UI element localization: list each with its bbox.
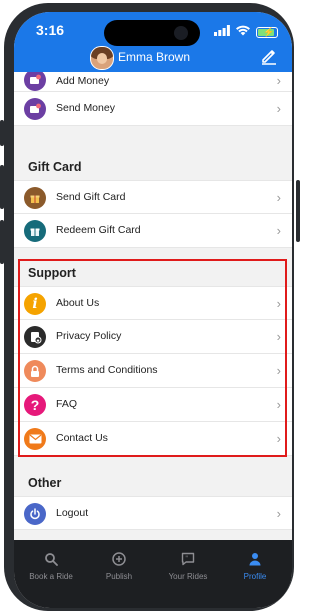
- tab-publish[interactable]: Publish: [86, 552, 152, 581]
- camera-icon: [174, 26, 188, 40]
- svg-text:": ": [185, 555, 188, 562]
- battery-icon: ⚡: [256, 26, 278, 38]
- person-icon: [222, 552, 288, 566]
- plus-circle-icon: [86, 552, 152, 566]
- menu-item-label: Add Money: [56, 75, 110, 87]
- profile-menu-list[interactable]: Add Money › Send Money › Gift Card Send …: [14, 72, 292, 540]
- wallet-send-icon: [24, 98, 46, 120]
- menu-item-label: Redeem Gift Card: [56, 224, 141, 236]
- tab-label: Profile: [243, 572, 267, 581]
- tab-label: Your Rides: [168, 572, 208, 581]
- app-header: 3:16 ⚡ Emma Brown: [14, 12, 292, 72]
- chevron-right-icon: ›: [276, 73, 281, 88]
- user-name: Emma Brown: [118, 50, 191, 64]
- search-icon: [18, 552, 84, 566]
- chevron-right-icon: ›: [276, 223, 281, 238]
- charging-icon: ⚡: [263, 26, 275, 37]
- menu-item-send-gift-card[interactable]: Send Gift Card ›: [14, 180, 292, 214]
- menu-item-add-money[interactable]: Add Money ›: [14, 72, 292, 92]
- power-button: [296, 180, 300, 242]
- phone-frame: 3:16 ⚡ Emma Brown Add Money › Send Money…: [4, 3, 294, 611]
- chat-icon: ": [155, 552, 221, 566]
- status-time: 3:16: [36, 22, 65, 38]
- support-highlight-box: [18, 259, 287, 457]
- wifi-icon: [235, 23, 251, 41]
- tab-book-a-ride[interactable]: Book a Ride: [18, 552, 84, 581]
- tab-your-rides[interactable]: " Your Rides: [155, 552, 221, 581]
- chevron-right-icon: ›: [276, 190, 281, 205]
- avatar[interactable]: [90, 46, 114, 70]
- tab-label: Book a Ride: [29, 572, 73, 581]
- menu-item-redeem-gift-card[interactable]: Redeem Gift Card ›: [14, 214, 292, 248]
- gift-send-icon: [24, 187, 46, 209]
- tab-label: Publish: [105, 572, 133, 581]
- tab-profile[interactable]: Profile: [222, 552, 288, 581]
- chevron-right-icon: ›: [276, 506, 281, 521]
- status-indicators: ⚡: [214, 23, 278, 41]
- menu-item-label: Logout: [56, 507, 89, 519]
- chevron-right-icon: ›: [276, 101, 281, 116]
- section-title-gift-card: Gift Card: [28, 160, 82, 174]
- edit-profile-icon[interactable]: [260, 47, 278, 65]
- menu-item-label: Send Money: [56, 102, 115, 114]
- dynamic-island: [104, 20, 200, 46]
- section-title-other: Other: [28, 476, 62, 490]
- menu-item-label: Send Gift Card: [56, 191, 126, 203]
- app-screen: 3:16 ⚡ Emma Brown Add Money › Send Money…: [14, 12, 292, 608]
- signal-icon: [214, 23, 230, 41]
- menu-item-logout[interactable]: Logout ›: [14, 496, 292, 530]
- phone-mockup: 3:16 ⚡ Emma Brown Add Money › Send Money…: [0, 0, 300, 615]
- wallet-plus-icon: [24, 72, 46, 91]
- gift-redeem-icon: [24, 220, 46, 242]
- bottom-tab-bar: Book a Ride Publish " Your Rides Profile: [14, 540, 292, 608]
- menu-item-send-money[interactable]: Send Money ›: [14, 92, 292, 126]
- power-icon: [24, 503, 46, 525]
